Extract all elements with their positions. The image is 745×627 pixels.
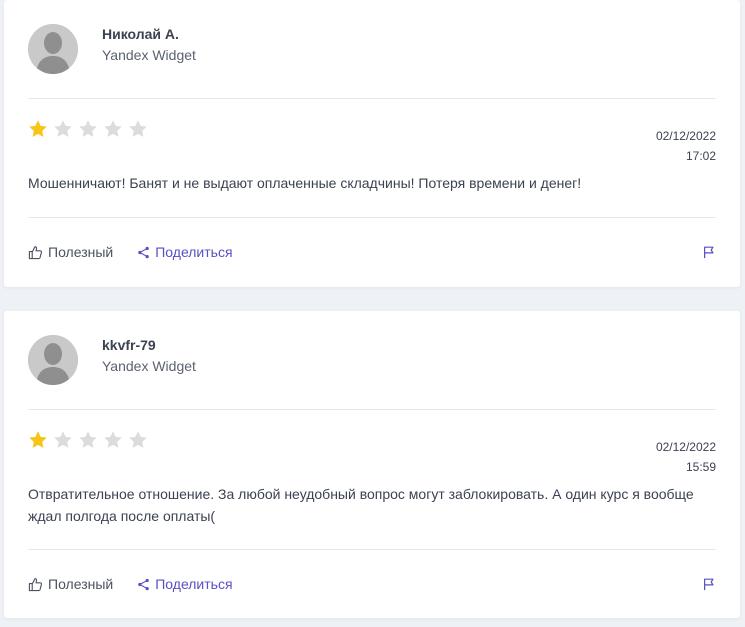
review-datetime: 02/12/2022 17:02 [656, 126, 716, 166]
review-author: kkvfr-79 [102, 337, 156, 353]
star-icon [79, 431, 97, 448]
star-icon [129, 431, 147, 448]
avatar [28, 335, 78, 385]
share-button[interactable]: Поделиться [137, 576, 233, 592]
review-source: Yandex Widget [102, 47, 196, 63]
star-icon [54, 431, 72, 448]
share-label: Поделиться [155, 244, 233, 260]
thumbs-up-icon [28, 577, 43, 591]
divider [28, 98, 716, 99]
star-icon [104, 431, 122, 448]
helpful-button[interactable]: Полезный [28, 576, 113, 592]
review-text: Отвратительное отношение. За любой неудо… [28, 486, 694, 524]
review-date: 02/12/2022 [655, 440, 716, 454]
report-button[interactable] [702, 245, 716, 259]
helpful-button[interactable]: Полезный [28, 244, 113, 260]
report-button[interactable] [702, 577, 716, 591]
review-time: 15:59 [685, 460, 716, 474]
divider [28, 549, 716, 550]
star-icon-filled [29, 431, 47, 448]
share-icon [138, 578, 150, 590]
review-text: Мошенничают! Банят и не выдают оплаченны… [28, 175, 582, 191]
share-button[interactable]: Поделиться [137, 244, 233, 260]
review-author: Николай А. [102, 26, 179, 42]
thumbs-up-icon [28, 245, 43, 259]
flag-icon [704, 578, 714, 591]
review-actions: Полезный Поделиться [28, 574, 716, 594]
avatar [28, 24, 78, 74]
review-time: 17:02 [685, 149, 716, 163]
user-silhouette-icon [28, 335, 78, 385]
review-actions: Полезный Поделиться [28, 242, 716, 262]
star-icon [79, 120, 97, 137]
share-label: Поделиться [155, 576, 233, 592]
review-source: Yandex Widget [102, 358, 196, 374]
review-card: Николай А. Yandex Widget 02/12/2022 17:0… [4, 0, 740, 287]
review-card: kkvfr-79 Yandex Widget 02/12/2022 15:59 … [4, 311, 740, 618]
helpful-label: Полезный [48, 244, 114, 260]
star-rating [27, 429, 149, 451]
user-silhouette-icon [28, 24, 78, 74]
star-icon [129, 120, 147, 137]
divider [28, 217, 716, 218]
star-icon [104, 120, 122, 137]
star-icon-filled [29, 120, 47, 137]
flag-icon [704, 246, 714, 259]
divider [28, 409, 716, 410]
review-date: 02/12/2022 [655, 129, 716, 143]
share-icon [138, 246, 150, 258]
star-icon [54, 120, 72, 137]
helpful-label: Полезный [48, 576, 114, 592]
star-rating [27, 118, 149, 140]
review-datetime: 02/12/2022 15:59 [656, 437, 716, 477]
